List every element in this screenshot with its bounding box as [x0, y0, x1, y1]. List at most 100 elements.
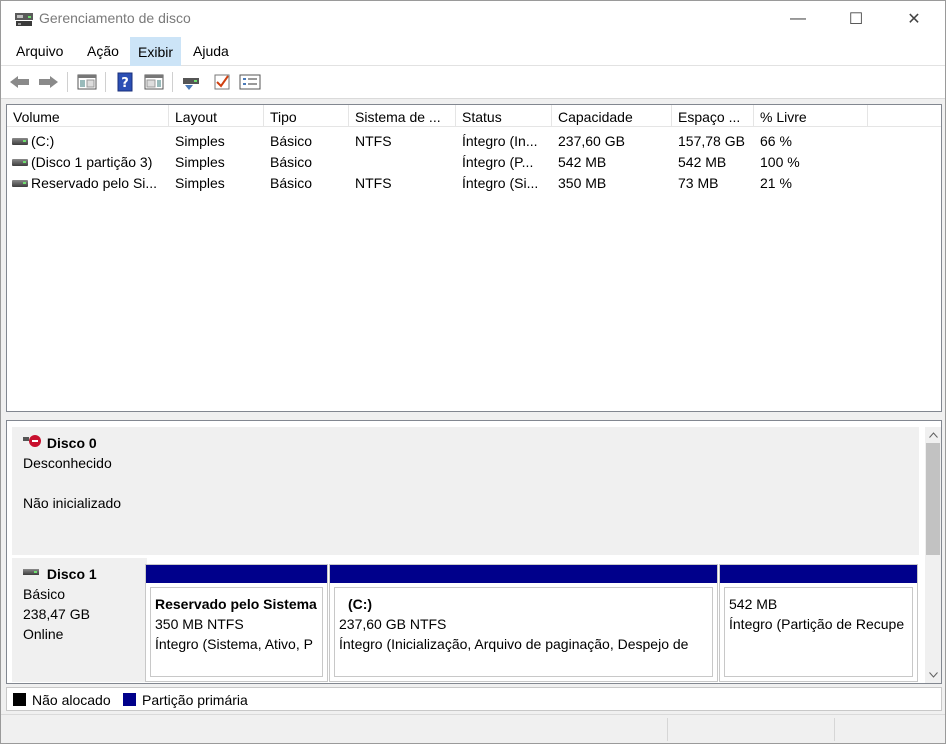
column-header-sistema-de-arquivos[interactable]: Sistema de ...: [349, 105, 456, 127]
check-icon[interactable]: [211, 71, 233, 93]
disk-0-name: Disco 0: [46, 435, 97, 451]
disk-1-name: Disco 1: [46, 566, 97, 582]
cell-layout: Simples: [175, 133, 225, 149]
partition-bar: [330, 565, 717, 583]
menu-exibir[interactable]: Exibir: [130, 37, 182, 66]
partition-size: 542 MB: [729, 596, 778, 612]
scroll-up-icon[interactable]: [925, 427, 941, 443]
menu-ajuda[interactable]: Ajuda: [186, 37, 236, 66]
partition-reservado[interactable]: Reservado pelo Sistema 350 MB NTFS Ínteg…: [145, 564, 328, 682]
disk-0-status: Não inicializado: [23, 495, 122, 511]
cell-sistema-de-arquivos: NTFS: [355, 133, 392, 149]
disk-1-label[interactable]: Disco 1 Básico 238,47 GB Online: [12, 558, 147, 682]
connect-disk-icon[interactable]: [181, 71, 203, 93]
cell-percent-livre: 21 %: [760, 175, 792, 191]
forward-arrow-icon[interactable]: [37, 71, 59, 93]
partition-status: Íntegro (Partição de Recupe: [729, 616, 905, 632]
drive-icon: [12, 180, 28, 187]
partition-body: 542 MB Íntegro (Partição de Recupe: [724, 587, 913, 677]
disk-1-type: Básico: [23, 586, 66, 602]
partition-status: Íntegro (Sistema, Ativo, P: [155, 636, 313, 652]
table-row[interactable]: Reservado pelo Si... Simples Básico NTFS…: [7, 173, 941, 194]
table-row[interactable]: (C:) Simples Básico NTFS Íntegro (In... …: [7, 131, 941, 152]
legend-item-unallocated: Não alocado: [13, 691, 111, 709]
cell-status: Íntegro (In...: [462, 133, 538, 149]
vertical-scrollbar[interactable]: [925, 427, 941, 683]
column-header-status[interactable]: Status: [456, 105, 552, 127]
cell-layout: Simples: [175, 175, 225, 191]
cell-sistema-de-arquivos: NTFS: [355, 175, 392, 191]
legend: Não alocado Partição primária: [6, 687, 942, 711]
scrollbar-thumb[interactable]: [926, 443, 940, 555]
show-hide-console-tree-icon[interactable]: [76, 71, 98, 93]
legend-label: Não alocado: [32, 692, 111, 708]
legend-item-primary: Partição primária: [123, 691, 248, 709]
cell-espaco-livre: 542 MB: [678, 154, 727, 170]
disk-error-icon: [23, 435, 43, 449]
close-button[interactable]: ✕: [885, 1, 943, 37]
partition-recovery[interactable]: 542 MB Íntegro (Partição de Recupe: [719, 564, 918, 682]
partition-size: 237,60 GB NTFS: [339, 616, 447, 632]
menu-arquivo[interactable]: Arquivo: [9, 37, 70, 66]
toolbar-separator: [67, 72, 68, 92]
disk-management-icon: [15, 13, 33, 26]
partition-size: 350 MB NTFS: [155, 616, 244, 632]
partition-body: (C:) 237,60 GB NTFS Íntegro (Inicializaç…: [334, 587, 713, 677]
menu-acao[interactable]: Ação: [80, 37, 126, 66]
menu-bar: Arquivo Ação Exibir Ajuda: [1, 37, 945, 66]
partition-name: (C:): [348, 596, 373, 612]
cell-status: Íntegro (Si...: [462, 175, 539, 191]
partition-name: Reservado pelo Sistema: [155, 596, 317, 612]
cell-capacidade: 237,60 GB: [558, 133, 625, 149]
cell-capacidade: 542 MB: [558, 154, 607, 170]
cell-layout: Simples: [175, 154, 225, 170]
properties-icon[interactable]: [143, 71, 165, 93]
list-view-icon[interactable]: [239, 71, 261, 93]
status-bar: [1, 714, 945, 743]
table-row[interactable]: (Disco 1 partição 3) Simples Básico Ínte…: [7, 152, 941, 173]
drive-icon: [12, 159, 28, 166]
cell-tipo: Básico: [270, 154, 313, 170]
minimize-button[interactable]: —: [769, 1, 827, 37]
cell-sistema-de-arquivos: [355, 152, 455, 173]
column-header-volume[interactable]: Volume: [7, 105, 169, 127]
pane-splitter[interactable]: [6, 412, 942, 420]
maximize-button[interactable]: ☐: [827, 1, 885, 37]
window-title: Gerenciamento de disco: [39, 10, 191, 26]
svg-text:?: ?: [121, 76, 129, 91]
cell-tipo: Básico: [270, 133, 313, 149]
status-bar-segment: [667, 718, 668, 741]
cell-tipo: Básico: [270, 175, 313, 191]
disk-1-status: Online: [23, 626, 64, 642]
disk-graphical-view: Disco 0 Desconhecido Não inicializado Di…: [6, 420, 942, 684]
cell-espaco-livre: 73 MB: [678, 175, 719, 191]
volume-list: Volume Layout Tipo Sistema de ... Status…: [6, 104, 942, 412]
back-arrow-icon[interactable]: [9, 71, 31, 93]
partition-status: Íntegro (Inicialização, Arquivo de pagin…: [339, 636, 689, 652]
partition-c[interactable]: (C:) 237,60 GB NTFS Íntegro (Inicializaç…: [329, 564, 718, 682]
column-header-percent-livre[interactable]: % Livre: [754, 105, 868, 127]
drive-icon: [12, 138, 28, 145]
scroll-down-icon[interactable]: [925, 667, 941, 683]
toolbar: ?: [1, 66, 945, 99]
cell-percent-livre: 100 %: [760, 154, 800, 170]
disk-management-window: Gerenciamento de disco — ☐ ✕ Arquivo Açã…: [0, 0, 946, 744]
disk-icon: [23, 565, 43, 579]
partition-body: Reservado pelo Sistema 350 MB NTFS Ínteg…: [150, 587, 323, 677]
volume-list-header: Volume Layout Tipo Sistema de ... Status…: [7, 105, 941, 127]
column-header-tipo[interactable]: Tipo: [264, 105, 349, 127]
column-header-layout[interactable]: Layout: [169, 105, 264, 127]
title-bar: Gerenciamento de disco — ☐ ✕: [1, 1, 945, 37]
cell-espaco-livre: 157,78 GB: [678, 133, 745, 149]
disk-0-label[interactable]: Disco 0 Desconhecido Não inicializado: [12, 427, 147, 555]
legend-label: Partição primária: [142, 692, 248, 708]
column-header-capacidade[interactable]: Capacidade: [552, 105, 672, 127]
disk-1-size: 238,47 GB: [23, 606, 90, 622]
cell-capacidade: 350 MB: [558, 175, 607, 191]
cell-volume: (Disco 1 partição 3): [31, 154, 153, 170]
cell-volume: Reservado pelo Si...: [31, 175, 158, 191]
help-icon[interactable]: ?: [114, 71, 136, 93]
column-header-espaco-livre[interactable]: Espaço ...: [672, 105, 754, 127]
partition-bar: [146, 565, 327, 583]
cell-status: Íntegro (P...: [462, 154, 534, 170]
